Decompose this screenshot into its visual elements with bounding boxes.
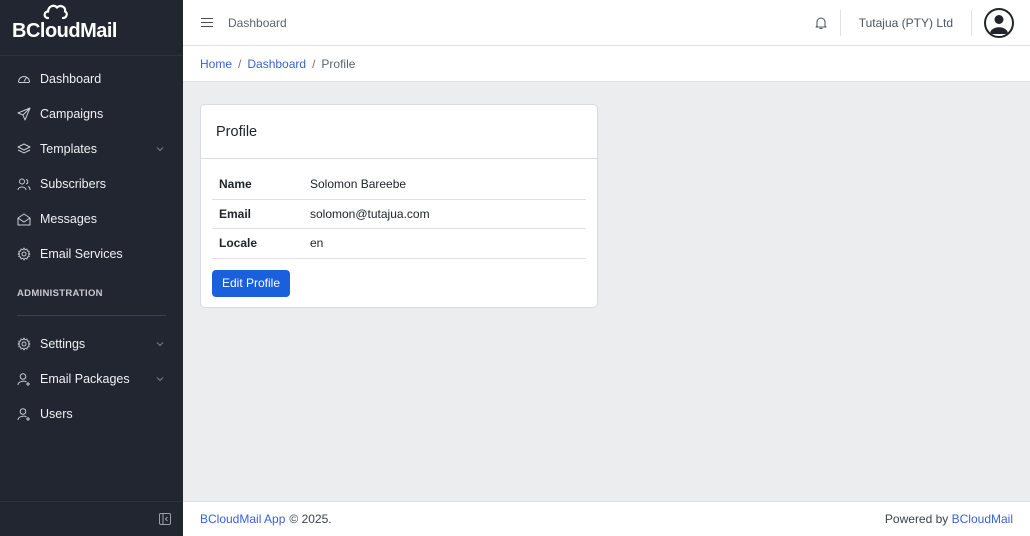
sidebar: BCloudMail Dashboard Campaigns Templates [0, 0, 183, 536]
footer: BCloudMail App © 2025. Powered by BCloud… [183, 501, 1030, 536]
header-right: Tutajua (PTY) Ltd [814, 0, 1030, 46]
brand[interactable]: BCloudMail [0, 0, 183, 56]
sidebar-item-users[interactable]: Users [0, 396, 183, 431]
cog-icon [17, 247, 31, 261]
cloud-logo-icon [43, 4, 68, 20]
breadcrumb-separator: / [312, 56, 316, 71]
card-body: Name Solomon Bareebe Email solomon@tutaj… [201, 159, 597, 297]
field-value-email: solomon@tutajua.com [310, 206, 430, 221]
chevron-down-icon [156, 146, 164, 151]
sidebar-item-label: Users [40, 406, 73, 421]
sidebar-item-label: Templates [40, 141, 97, 156]
collapse-sidebar-icon [159, 513, 171, 525]
sidebar-item-label: Campaigns [40, 106, 104, 121]
company-name[interactable]: Tutajua (PTY) Ltd [841, 16, 971, 30]
footer-copyright: © 2025. [289, 512, 332, 526]
sidebar-item-label: Email Packages [40, 371, 130, 386]
chevron-down-icon [156, 376, 164, 381]
table-row: Name Solomon Bareebe [212, 170, 586, 200]
user-plus-icon [17, 372, 31, 386]
breadcrumb-dashboard[interactable]: Dashboard [247, 57, 306, 71]
user-plus-icon [17, 407, 31, 421]
sidebar-item-label: Dashboard [40, 71, 102, 86]
sidebar-item-dashboard[interactable]: Dashboard [0, 61, 183, 96]
edit-profile-button[interactable]: Edit Profile [212, 269, 291, 297]
header-dashboard-link[interactable]: Dashboard [228, 16, 287, 30]
sidebar-item-messages[interactable]: Messages [0, 201, 183, 236]
table-row: Email solomon@tutajua.com [212, 200, 586, 229]
sidebar-item-subscribers[interactable]: Subscribers [0, 166, 183, 201]
profile-card: Profile Name Solomon Bareebe Email solom… [200, 104, 598, 308]
sidebar-nav: Dashboard Campaigns Templates Subscriber… [0, 56, 183, 431]
sidebar-item-email-services[interactable]: Email Services [0, 236, 183, 271]
send-icon [17, 107, 31, 121]
avatar[interactable] [984, 7, 1014, 38]
breadcrumb-home[interactable]: Home [200, 57, 232, 71]
top-header: Dashboard Tutajua (PTY) Ltd [183, 0, 1030, 46]
powered-by-link[interactable]: BCloudMail [952, 512, 1013, 526]
breadcrumb: Home / Dashboard / Profile [183, 46, 1030, 82]
speedometer-icon [17, 72, 31, 86]
sidebar-item-email-packages[interactable]: Email Packages [0, 361, 183, 396]
field-label-locale: Locale [219, 236, 258, 251]
sidebar-item-templates[interactable]: Templates [0, 131, 183, 166]
sidebar-collapse-toggle[interactable] [0, 501, 183, 536]
menu-toggle-icon[interactable] [201, 17, 213, 28]
sidebar-item-settings[interactable]: Settings [0, 326, 183, 361]
people-icon [17, 177, 31, 191]
user-avatar-icon [990, 14, 1008, 34]
brand-name: BCloudMail [12, 20, 118, 42]
header-divider [971, 9, 972, 36]
layers-icon [17, 142, 31, 156]
field-label-email: Email [219, 206, 252, 221]
field-value-locale: en [310, 236, 324, 251]
card-title: Profile [201, 105, 597, 159]
sidebar-item-label: Settings [40, 336, 86, 351]
bell-icon[interactable] [814, 16, 828, 30]
footer-powered-by: Powered by BCloudMail [885, 512, 1013, 526]
sidebar-item-label: Email Services [40, 246, 123, 261]
powered-by-text: Powered by [884, 512, 949, 526]
sidebar-item-campaigns[interactable]: Campaigns [0, 96, 183, 131]
chevron-down-icon [156, 341, 164, 346]
brand-logo[interactable]: BCloudMail [12, 4, 118, 43]
cog-icon [17, 337, 31, 351]
sidebar-item-label: Messages [40, 211, 97, 226]
field-value-name: Solomon Bareebe [310, 177, 407, 192]
nav-divider [17, 315, 166, 316]
breadcrumb-current: Profile [321, 56, 356, 71]
breadcrumb-separator: / [238, 56, 242, 71]
table-row: Locale en [212, 229, 586, 259]
sidebar-item-label: Subscribers [40, 176, 106, 191]
footer-app-link[interactable]: BCloudMail App [200, 512, 285, 526]
field-label-name: Name [219, 177, 252, 192]
envelope-open-icon [17, 212, 31, 226]
nav-section-title: ADMINISTRATION [17, 287, 103, 299]
